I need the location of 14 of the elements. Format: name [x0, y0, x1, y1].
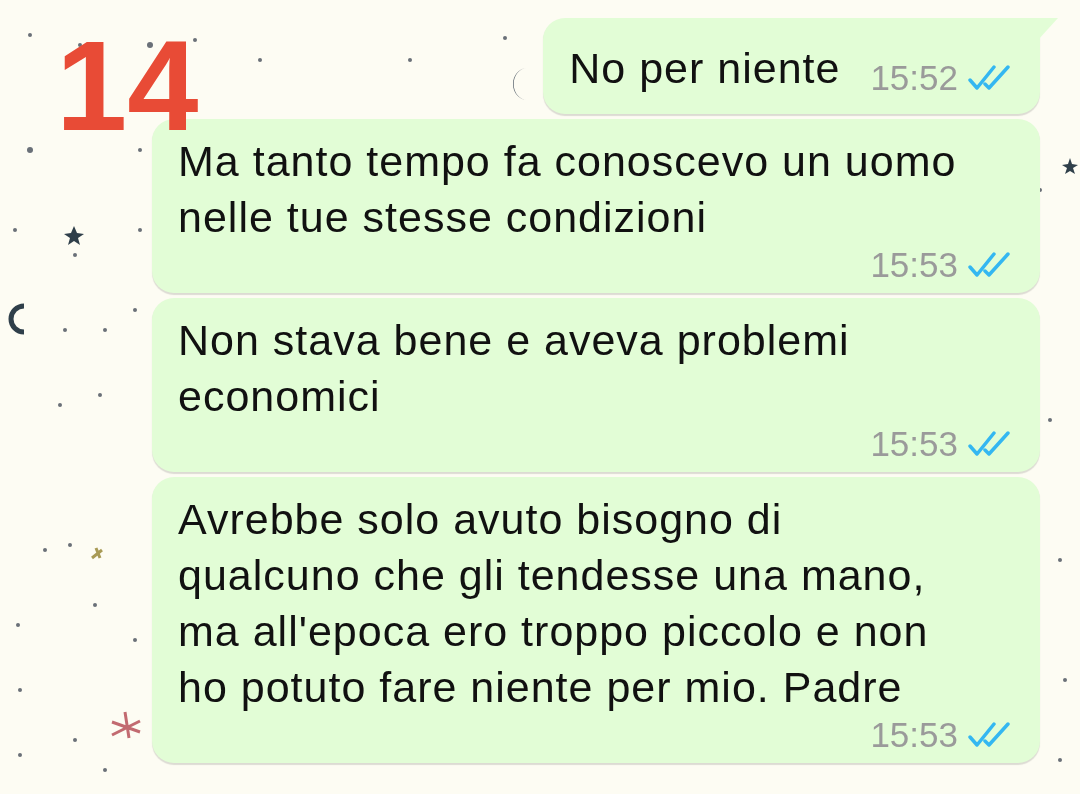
message-time: 15:53 [870, 717, 958, 753]
star-icon [64, 226, 84, 245]
message-text: No per niente [569, 43, 841, 94]
star-icon [110, 710, 142, 740]
message-time: 15:53 [870, 426, 958, 462]
star-icon [1062, 158, 1078, 174]
message-time: 15:52 [870, 60, 958, 96]
message-time: 15:53 [870, 247, 958, 283]
annotation-number: 14 [56, 36, 199, 136]
message-text: Non stava bene e aveva problemi economici [178, 315, 851, 422]
message-text: Ma tanto tempo fa conoscevo un uomo nelle tue stesse condizioni [178, 136, 958, 243]
star-icon [90, 546, 104, 560]
message-text: Avrebbe solo avuto bisogno di qualcuno che gli tendesse una mano, ma all'epoca ero troppo piccolo e non ho potuto fare niente per mio. Padre [178, 494, 930, 713]
moon-icon [8, 303, 25, 335]
